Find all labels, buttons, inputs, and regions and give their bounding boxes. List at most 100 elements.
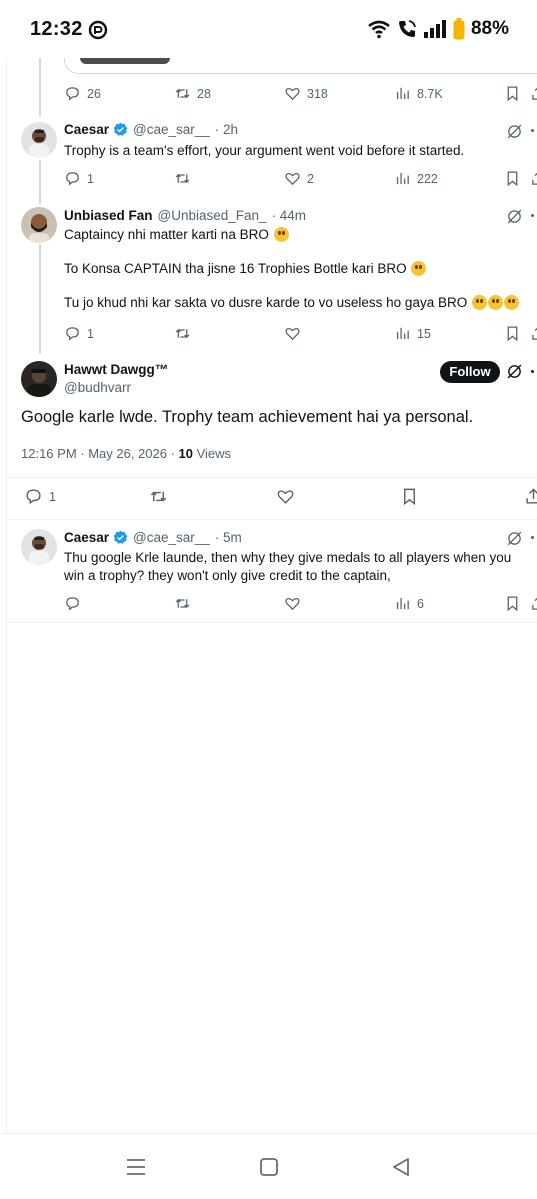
share-button[interactable] [530, 595, 537, 612]
share-button[interactable] [530, 170, 537, 187]
bookmark-button[interactable] [400, 487, 419, 506]
tweet-time[interactable]: · 2h [215, 122, 238, 137]
handle[interactable]: @cae_sar__ [133, 530, 210, 545]
follow-button[interactable]: Follow [440, 361, 500, 383]
media-thumbnail[interactable] [80, 58, 170, 64]
main-avatar[interactable] [21, 361, 57, 397]
repost-icon [150, 491, 167, 502]
like-count: 318 [307, 86, 328, 101]
views-icon [396, 327, 409, 340]
more-options-icon[interactable] [529, 363, 537, 380]
heart-icon [277, 490, 294, 504]
reply-icon [66, 597, 79, 611]
back-icon[interactable] [390, 1156, 412, 1178]
like-button[interactable] [276, 487, 295, 506]
tweet-actions: 1 15 [64, 325, 537, 347]
divider [8, 622, 537, 623]
tweet-actions: 26 28 318 8.7K [64, 85, 537, 107]
grok-icon[interactable] [506, 530, 523, 547]
grok-icon[interactable] [506, 363, 523, 380]
more-options-icon[interactable] [529, 208, 537, 225]
thread-connector [39, 244, 41, 354]
repost-icon [175, 599, 190, 608]
bookmark-button[interactable] [504, 85, 521, 102]
signal-icon [423, 20, 446, 38]
bookmark-button[interactable] [504, 595, 521, 612]
bookmark-button[interactable] [504, 170, 521, 187]
share-icon [532, 327, 537, 340]
handle[interactable]: @budhvarr [64, 380, 131, 395]
main-tweet-text: Google karle lwde. Trophy team achieveme… [21, 408, 474, 426]
wifi-calling-icon [398, 20, 416, 37]
reply-button[interactable]: 26 [64, 85, 101, 102]
home-icon[interactable] [258, 1156, 280, 1178]
more-options-icon[interactable] [529, 530, 537, 547]
display-name[interactable]: Unbiased Fan [64, 208, 153, 223]
avatar[interactable] [21, 529, 57, 565]
avatar[interactable] [21, 122, 57, 158]
like-button[interactable]: 2 [284, 170, 314, 187]
battery-icon [453, 18, 465, 40]
handle[interactable]: @Unbiased_Fan_ [158, 208, 267, 223]
reply-icon [26, 489, 41, 505]
share-button[interactable] [530, 85, 537, 102]
grok-icon[interactable] [506, 208, 523, 225]
share-button[interactable] [530, 325, 537, 342]
reply-button[interactable] [64, 595, 81, 612]
like-button[interactable] [284, 595, 301, 612]
repost-button[interactable] [174, 170, 191, 187]
display-name[interactable]: Hawwt Dawgg™ [64, 362, 168, 377]
main-tweet-handle-row: @budhvarr [64, 380, 131, 395]
more-options-icon[interactable] [529, 123, 537, 140]
recent-apps-icon[interactable] [125, 1156, 147, 1178]
reply-icon [66, 327, 79, 341]
timestamp[interactable]: 12:16 PM · May 26, 2026 · [21, 446, 179, 461]
view-count: 15 [417, 326, 431, 341]
views-button[interactable]: 6 [394, 595, 424, 612]
tweet-time[interactable]: · 44m [272, 208, 307, 223]
tweet-actions: 6 [64, 595, 537, 617]
battery-percent: 88% [470, 18, 509, 39]
bookmark-button[interactable] [504, 325, 521, 342]
reply-count: 26 [87, 86, 101, 101]
tweet-line: Trophy is a team's effort, your argument… [64, 143, 465, 158]
bookmark-icon [507, 326, 518, 342]
repost-button[interactable] [149, 487, 168, 506]
handle[interactable]: @cae_sar__ [133, 122, 210, 137]
views-count: 10 [178, 446, 193, 461]
main-tweet-meta: 12:16 PM · May 26, 2026 · 10 Views [21, 446, 231, 461]
display-name[interactable]: Caesar [64, 530, 109, 545]
reply-count: 1 [87, 171, 94, 186]
verified-badge-icon [113, 530, 128, 544]
share-icon [532, 87, 537, 100]
grok-icon[interactable] [506, 123, 523, 140]
repost-button[interactable] [174, 595, 191, 612]
tweet-header: Caesar @cae_sar__ · 2h [64, 122, 238, 137]
like-button[interactable]: 318 [284, 85, 328, 102]
tweet-header: Caesar @cae_sar__ · 5m [64, 530, 242, 545]
views-button[interactable]: 15 [394, 325, 431, 342]
views-label: Views [193, 446, 232, 461]
reply-button[interactable]: 1 [64, 170, 94, 187]
reply-count: 1 [49, 489, 56, 504]
reply-button[interactable]: 1 [24, 487, 56, 506]
views-button[interactable]: 8.7K [394, 85, 443, 102]
view-count: 6 [417, 596, 424, 611]
share-button[interactable] [524, 487, 537, 506]
display-name[interactable]: Caesar [64, 122, 109, 137]
notification-app-icon [88, 20, 108, 40]
pleading-face-emoji [487, 295, 503, 310]
heart-icon [285, 327, 300, 341]
bookmark-icon [507, 171, 518, 187]
share-icon [526, 488, 537, 504]
reply-button[interactable]: 1 [64, 325, 94, 342]
like-button[interactable] [284, 325, 301, 342]
views-button[interactable]: 222 [394, 170, 438, 187]
tweet-time[interactable]: · 5m [215, 530, 242, 545]
repost-button[interactable]: 28 [174, 85, 211, 102]
wifi-icon [368, 20, 390, 39]
heart-icon [285, 172, 300, 186]
pleading-face-emoji [411, 261, 427, 276]
avatar[interactable] [21, 207, 57, 243]
repost-button[interactable] [174, 325, 191, 342]
